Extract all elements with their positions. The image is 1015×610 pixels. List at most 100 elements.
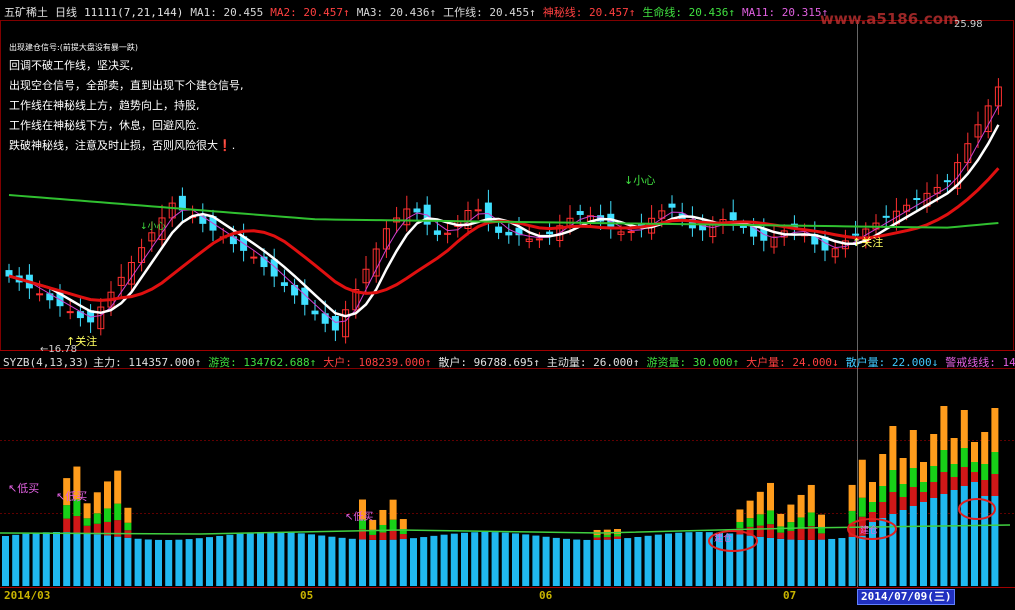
mystery-line — [8, 167, 1000, 302]
volume-bar-base — [828, 538, 836, 586]
top-indicator-2: MA3: 20.436↑ — [356, 6, 437, 19]
date-june: 06 — [539, 589, 553, 602]
caution-signal: ↓小心 — [624, 174, 656, 187]
top-indicator-4: 神秘线: 20.457↑ — [542, 6, 636, 19]
volume-bar-orange — [379, 509, 387, 525]
sub-indicator-name[interactable]: SYZB(4,13,33) — [3, 356, 89, 369]
volume-bar-orange — [93, 492, 101, 514]
volume-bar-base — [512, 533, 519, 586]
volume-bar-base — [318, 535, 326, 586]
candle-body — [66, 311, 74, 314]
volume-bar-base — [450, 533, 458, 586]
volume-bar-orange — [124, 507, 132, 523]
volume-bar-green — [899, 484, 907, 497]
volume-bar-red — [379, 532, 387, 540]
volume-bar-base — [53, 532, 60, 586]
volume-bar-base — [430, 535, 438, 586]
volume-bar-base — [481, 532, 489, 586]
period-label[interactable]: 日线 — [55, 6, 77, 19]
volume-bar-red — [83, 525, 91, 534]
caution-signal-text: 小心 — [147, 222, 166, 232]
volume-bar-base — [440, 534, 448, 586]
volume-bar-red — [767, 524, 774, 538]
volume-bar-base — [2, 536, 9, 586]
volume-bar-green — [614, 534, 621, 537]
date-start: 2014/03 — [4, 589, 51, 602]
volume-bar-green — [869, 502, 876, 512]
volume-bar-base — [971, 482, 978, 586]
volume-bar-base — [685, 532, 693, 586]
candle-body — [280, 282, 288, 286]
volume-bar-base — [114, 536, 122, 586]
candle-body — [627, 231, 635, 234]
volume-bar-base — [165, 539, 173, 586]
volume-bar-red — [909, 487, 917, 506]
candle-body — [750, 226, 758, 237]
sub-indicator-list: 主力: 114357.000↑ 游资: 134762.688↑ 大户: 108239… — [93, 356, 1015, 369]
volume-bar-base — [348, 538, 356, 586]
volume-bar-green — [991, 452, 999, 474]
volume-bar-orange — [971, 442, 978, 462]
volume-bar-base — [12, 534, 20, 586]
volume-bar-green — [63, 505, 71, 519]
note-line-3: 工作线在神秘线下方，休息，回避风险. — [9, 119, 200, 132]
volume-bar-green — [736, 521, 744, 529]
volume-bar-base — [379, 539, 387, 586]
buy-low-signal-2: ↖低买 — [56, 490, 88, 503]
volume-bar-green — [593, 534, 601, 538]
volume-bar-base — [797, 539, 805, 586]
stock-name: 五矿稀土 — [4, 6, 48, 19]
candle-body — [36, 293, 44, 296]
top-indicator-bar: 五矿稀土 日线 11111(7,21,144) MA1: 20.455 MA2: 20.… — [4, 5, 842, 21]
volume-bar-red — [389, 529, 397, 540]
volume-bar-base — [787, 539, 795, 586]
sub-indicator-8: 警戒线线: 14870 — [945, 356, 1015, 369]
volume-bar-red — [930, 482, 938, 498]
volume-bar-base — [542, 536, 550, 586]
focus-signal-text: 关注 — [861, 236, 884, 249]
buy-low-text: 低买 — [353, 512, 374, 523]
candle-body — [546, 231, 554, 235]
volume-bar-base — [654, 534, 662, 586]
volume-bar-orange — [104, 481, 111, 509]
buy-low-signal-3: ↖低买 — [345, 512, 374, 523]
candle-body — [413, 208, 421, 213]
volume-bar-red — [369, 534, 377, 540]
volume-bar-base — [338, 537, 346, 586]
volume-bar-base — [42, 532, 50, 586]
top-indicator-3: 工作线: 20.455↑ — [443, 6, 536, 19]
volume-bar-base — [175, 539, 183, 586]
volume-bar-orange — [818, 514, 825, 528]
volume-bar-base — [410, 538, 417, 586]
volume-bar-orange — [787, 504, 795, 523]
high-price-label: 25.98 — [954, 19, 983, 30]
volume-bar-red — [593, 537, 601, 540]
volume-bar-base — [644, 535, 652, 586]
volume-bar-orange — [991, 408, 999, 452]
top-indicator-5: 生命线: 20.436↑ — [642, 6, 735, 19]
volume-bar-green — [797, 517, 805, 529]
cursor-date[interactable]: 2014/07/09(三) — [857, 589, 956, 605]
volume-bar-base — [930, 498, 938, 586]
volume-bar-orange — [950, 438, 958, 464]
volume-bar-base — [552, 537, 560, 586]
candle-body — [739, 225, 747, 228]
build-signal-1: 建仓 — [714, 534, 733, 544]
volume-bar-base — [920, 502, 927, 586]
volume-bar-orange — [83, 503, 91, 519]
volume-bar-base — [746, 535, 754, 586]
candle-body — [484, 202, 492, 221]
volume-bar-red — [950, 477, 958, 490]
volume-bar-red — [756, 525, 764, 537]
candle-body — [505, 231, 513, 236]
volume-bar-green — [746, 518, 754, 527]
candle-body — [576, 211, 584, 215]
sub-indicator-7: 散户量: 22.000↓ — [845, 356, 939, 369]
volume-bar-base — [134, 538, 142, 586]
volume-bar-green — [777, 526, 785, 533]
volume-bar-base — [73, 532, 81, 586]
build-signal-2: 建仓 — [860, 526, 879, 536]
buy-low-text: 低买 — [17, 482, 40, 495]
volume-bar-red — [797, 528, 805, 540]
candle-body — [668, 203, 676, 208]
